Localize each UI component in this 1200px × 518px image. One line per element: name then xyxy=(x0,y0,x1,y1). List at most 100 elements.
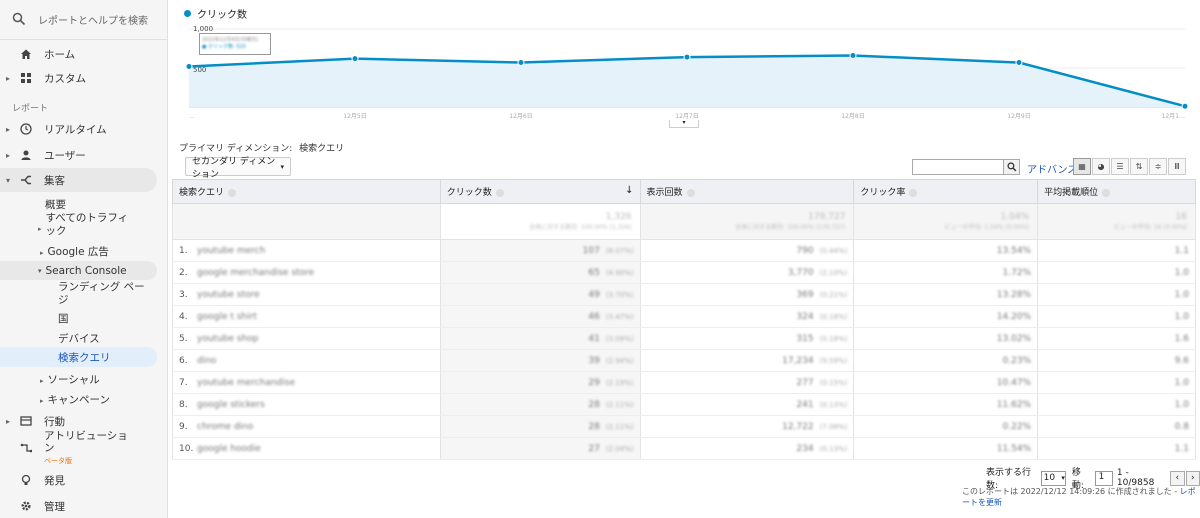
data-point[interactable] xyxy=(683,53,691,61)
sidebar-item-search-console[interactable]: ▾ Search Console xyxy=(0,261,157,280)
x-tick-label: 12月6日 xyxy=(509,113,532,120)
help-icon[interactable] xyxy=(686,188,695,197)
summary-avg-position: 16 ビューの平均: 16 (0.00%) xyxy=(1037,203,1196,240)
sidebar-item-social[interactable]: ▸ ソーシャル xyxy=(40,372,100,387)
column-header-clicks[interactable]: クリック数 ↓ xyxy=(439,179,641,204)
help-icon[interactable] xyxy=(228,188,237,197)
x-tick-label: 12月9日 xyxy=(1007,113,1030,120)
clicks-cell: 107 (8.07%) xyxy=(439,239,641,262)
ctr-value: 11.54% xyxy=(996,443,1032,454)
sidebar-item-attribution[interactable]: アトリビューションベータ版 xyxy=(0,430,157,466)
goto-input[interactable]: 1 xyxy=(1094,470,1113,486)
search-icon xyxy=(1006,162,1016,172)
comparison-view-icon[interactable]: ⇅ xyxy=(1130,158,1148,175)
sidebar-item-landing-page[interactable]: ランディング ページ xyxy=(58,281,145,307)
avg-position-cell: 1.0 xyxy=(1037,305,1196,328)
term-cloud-view-icon[interactable]: ≑ xyxy=(1149,158,1167,175)
prev-page-button[interactable]: ‹ xyxy=(1170,470,1185,486)
data-point[interactable] xyxy=(517,59,525,67)
clicks-cell: 41 (3.09%) xyxy=(439,327,641,350)
y-tick-label: 1,000 xyxy=(193,25,213,33)
performance-view-icon[interactable]: ☰ xyxy=(1111,158,1129,175)
caret-right-icon: ▸ xyxy=(5,124,10,134)
sidebar-search[interactable]: レポートとヘルプを検索 xyxy=(0,0,167,40)
sidebar-item-realtime[interactable]: ▸ リアルタイム xyxy=(0,119,157,139)
sidebar-item-user[interactable]: ▸ ユーザー xyxy=(0,145,157,165)
secondary-dimension-dropdown[interactable]: セカンダリ ディメンション ▾ xyxy=(185,157,291,180)
sidebar-item-custom[interactable]: ▸ カスタム xyxy=(0,68,157,88)
data-point[interactable] xyxy=(185,62,193,70)
data-point[interactable] xyxy=(351,55,359,63)
sidebar-item-device[interactable]: デバイス xyxy=(58,331,100,346)
beta-badge: ベータ版 xyxy=(44,457,72,465)
help-icon[interactable] xyxy=(909,188,918,197)
table-row: 5. youtube shop 41 (3.09%) 315 (0.18%) 13.02% 1… xyxy=(172,327,1196,350)
caret-down-icon: ▾ xyxy=(38,266,42,275)
sidebar-item-label: ソーシャル xyxy=(47,374,100,386)
query-cell: 10. google hoodie xyxy=(172,437,441,460)
avg-position-cell: 1.6 xyxy=(1037,327,1196,350)
data-point[interactable] xyxy=(1181,102,1189,110)
ctr-value: 0.22% xyxy=(1002,421,1032,432)
help-icon[interactable] xyxy=(1102,188,1111,197)
query-cell: 8. google stickers xyxy=(172,393,441,416)
query-link[interactable]: chrome dino xyxy=(197,422,253,432)
impressions-percent: (2.10%) xyxy=(819,268,848,277)
row-number: 8. xyxy=(179,399,188,410)
clicks-cell: 29 (2.19%) xyxy=(439,371,641,394)
table-search-button[interactable] xyxy=(1004,159,1020,175)
sidebar-item-label: ユーザー xyxy=(44,149,86,162)
sidebar-item-discover[interactable]: 発見 xyxy=(0,470,157,490)
next-page-button[interactable]: › xyxy=(1185,470,1200,486)
caret-right-icon: ▸ xyxy=(40,249,44,257)
query-link[interactable]: google t shirt xyxy=(197,312,257,322)
column-header-query[interactable]: 検索クエリ xyxy=(172,179,441,204)
query-link[interactable]: google hoodie xyxy=(197,444,261,454)
data-point[interactable] xyxy=(849,52,857,60)
sidebar-item-google-ads[interactable]: ▸ Google 広告 xyxy=(40,244,109,259)
avg-position-value: 0.8 xyxy=(1174,421,1189,432)
column-header-impressions[interactable]: 表示回数 xyxy=(639,179,855,204)
secondary-dimension-label: セカンダリ ディメンション xyxy=(192,156,276,180)
query-link[interactable]: youtube merchandise xyxy=(197,378,295,388)
pivot-view-icon[interactable]: Ⅲ xyxy=(1168,158,1186,175)
column-header-avg-position[interactable]: 平均掲載順位 xyxy=(1037,179,1196,204)
chart-collapse-button[interactable]: ▾ xyxy=(669,120,699,128)
avg-position-cell: 1.0 xyxy=(1037,283,1196,306)
ctr-value: 11.62% xyxy=(996,399,1032,410)
pie-view-icon[interactable]: ◕ xyxy=(1092,158,1110,175)
sidebar-item-search-query[interactable]: 検索クエリ xyxy=(0,347,157,367)
avg-position-cell: 1.0 xyxy=(1037,371,1196,394)
query-link[interactable]: google stickers xyxy=(197,400,265,410)
column-header-ctr[interactable]: クリック率 xyxy=(853,179,1039,204)
sidebar-item-behavior[interactable]: ▸ 行動 xyxy=(0,411,157,431)
sidebar-item-acquisition[interactable]: ▾ 集客 xyxy=(0,168,157,192)
sidebar-item-admin[interactable]: 管理 xyxy=(0,496,157,516)
sidebar-item-overview[interactable]: 概要 xyxy=(45,197,66,212)
query-link[interactable]: dino xyxy=(197,356,216,366)
data-point[interactable] xyxy=(1015,59,1023,67)
help-icon[interactable] xyxy=(495,188,504,197)
table-search-input[interactable] xyxy=(912,159,1004,175)
ctr-cell: 14.20% xyxy=(853,305,1039,328)
table-row: 7. youtube merchandise 29 (2.19%) 277 (0.15%)… xyxy=(172,371,1196,394)
avg-position-value: 1.0 xyxy=(1174,289,1189,300)
impressions-cell: 324 (0.18%) xyxy=(639,305,855,328)
query-link[interactable]: youtube store xyxy=(197,290,260,300)
query-link[interactable]: google merchandise store xyxy=(197,268,314,278)
clicks-cell: 27 (2.04%) xyxy=(439,437,641,460)
clicks-cell: 28 (2.11%) xyxy=(439,415,641,438)
sidebar-item-country[interactable]: 国 xyxy=(58,311,69,326)
primary-dimension-value[interactable]: 検索クエリ xyxy=(299,144,344,154)
sidebar-item-campaign[interactable]: ▸ キャンペーン xyxy=(40,392,110,407)
rows-per-page-select[interactable]: 10 ▾ xyxy=(1040,470,1066,486)
sidebar-item-home[interactable]: ホーム xyxy=(0,44,157,64)
query-link[interactable]: youtube merch xyxy=(197,246,265,256)
primary-dimension: プライマリ ディメンション: 検索クエリ xyxy=(179,141,344,154)
sidebar-item-all-traffic[interactable]: ▸すべてのトラフィ ック xyxy=(38,212,128,238)
clicks-percent: (2.11%) xyxy=(605,422,634,431)
table-view-icon[interactable]: ▦ xyxy=(1073,158,1091,175)
advanced-filter-link[interactable]: アドバンス xyxy=(1027,161,1077,176)
sidebar-item-label: カスタム xyxy=(44,72,86,85)
query-link[interactable]: youtube shop xyxy=(197,334,259,344)
